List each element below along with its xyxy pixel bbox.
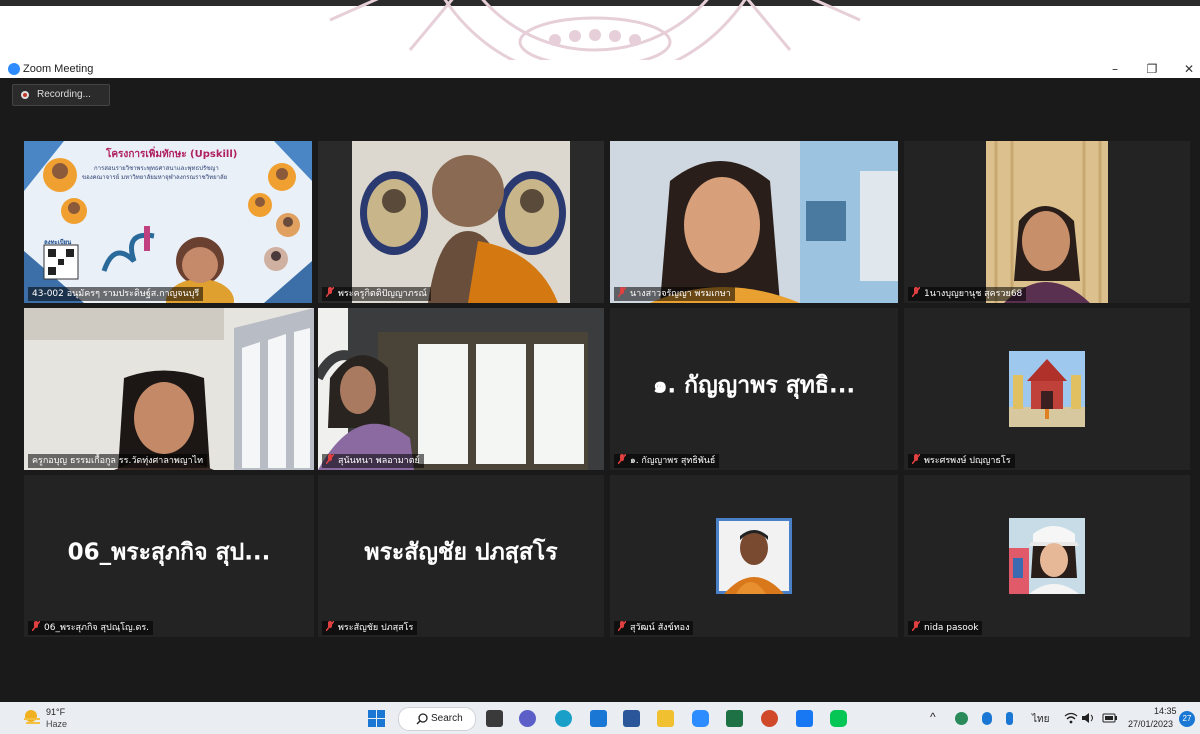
search-icon bbox=[416, 713, 428, 725]
video-tile[interactable]: 06_พระสุภกิจ สุป... 06_พระสุภกิจ สุปณฺโญ… bbox=[24, 475, 314, 637]
participant-avatar bbox=[1009, 351, 1085, 427]
participant-name: ๑. กัญญาพร สุทธิพันธ์ bbox=[614, 454, 720, 468]
video-tile[interactable]: 1นางบุญยานุช สุครวย68 bbox=[904, 141, 1190, 303]
edge-browser-icon[interactable] bbox=[555, 710, 572, 727]
zoom-taskbar-icon[interactable] bbox=[692, 710, 709, 727]
participant-video bbox=[318, 308, 604, 470]
participant-name: ครูกอบุญ ธรรมเกื้อกูล รร.วัดทุ่งศาลาพญาไ… bbox=[28, 454, 208, 468]
word-icon[interactable] bbox=[623, 710, 640, 727]
muted-mic-icon bbox=[912, 621, 920, 631]
participant-video bbox=[610, 141, 898, 303]
facebook-icon[interactable] bbox=[796, 710, 813, 727]
participant-name: สุนันทนา พลอามาตย์ bbox=[322, 454, 424, 468]
task-view-icon[interactable] bbox=[486, 710, 503, 727]
microphone-icon[interactable] bbox=[1006, 712, 1013, 725]
muted-mic-icon bbox=[618, 454, 626, 464]
participant-name: สุวัฒน์ สังข์ทอง bbox=[614, 621, 694, 635]
input-language[interactable]: ไทย bbox=[1032, 712, 1049, 727]
participant-name: 43-002 อนุมัครๆ รามประดิษฐ์ส.กาญจนบุรี bbox=[28, 287, 204, 301]
watermark-seal bbox=[329, 0, 861, 60]
muted-mic-icon bbox=[912, 287, 920, 297]
search-label: Search bbox=[431, 713, 463, 724]
participant-name: พระครูกิตติปัญญาภรณ์ bbox=[322, 287, 431, 301]
powerpoint-icon[interactable] bbox=[761, 710, 778, 727]
mail-icon[interactable] bbox=[590, 710, 607, 727]
clock-date[interactable]: 27/01/2023 bbox=[1128, 719, 1173, 729]
video-tile[interactable]: สุนันทนา พลอามาตย์ bbox=[318, 308, 604, 470]
weather-condition[interactable]: Haze bbox=[46, 719, 67, 729]
chevron-up-icon[interactable]: ^ bbox=[930, 710, 936, 724]
muted-mic-icon bbox=[326, 621, 334, 631]
windows-start-icon[interactable] bbox=[368, 710, 385, 727]
restore-button[interactable]: ❐ bbox=[1137, 60, 1167, 78]
record-icon bbox=[21, 91, 29, 99]
participant-avatar bbox=[1009, 518, 1085, 594]
top-banner bbox=[0, 0, 1200, 60]
video-tile[interactable]: พระสัญชัย ปภสฺสโร พระสัญชัย ปภสฺสโร bbox=[318, 475, 604, 637]
participant-display-name: พระสัญชัย ปภสฺสโร bbox=[364, 539, 558, 566]
slide-title: โครงการเพิ่มทักษะ (Upskill) bbox=[106, 149, 238, 160]
battery-icon[interactable] bbox=[1102, 712, 1118, 724]
participant-name: นางสาวจรัญญา พรมเกษา bbox=[614, 287, 735, 301]
participant-video bbox=[24, 308, 314, 470]
video-tile[interactable]: นางสาวจรัญญา พรมเกษา bbox=[610, 141, 898, 303]
muted-mic-icon bbox=[326, 454, 334, 464]
participant-video bbox=[318, 141, 604, 303]
video-tile[interactable]: โครงการเพิ่มทักษะ (Upskill) การสอนรายวิช… bbox=[24, 141, 312, 303]
line-app-icon[interactable] bbox=[830, 710, 847, 727]
video-tile[interactable]: พระศรพงษ์ ปญฺญาธโร bbox=[904, 308, 1190, 470]
participant-name: พระสัญชัย ปภสฺสโร bbox=[322, 621, 418, 635]
muted-mic-icon bbox=[912, 454, 920, 464]
volume-icon[interactable] bbox=[1081, 712, 1097, 724]
participant-avatar bbox=[716, 518, 792, 594]
video-tile[interactable]: ๑. กัญญาพร สุทธิ... ๑. กัญญาพร สุทธิพันธ… bbox=[610, 308, 898, 470]
muted-mic-icon bbox=[618, 287, 626, 297]
participant-display-name: ๑. กัญญาพร สุทธิ... bbox=[652, 372, 856, 399]
file-explorer-icon[interactable] bbox=[657, 710, 674, 727]
slide-subtitle-2: ของคณาจารย์ มหาวิทยาลัยมหาจุฬาลงกรณราชวิ… bbox=[82, 174, 228, 181]
minimize-button[interactable]: – bbox=[1100, 60, 1130, 78]
wifi-icon[interactable] bbox=[1064, 712, 1078, 724]
zoom-app-icon bbox=[8, 63, 20, 75]
muted-mic-icon bbox=[618, 621, 626, 631]
window-title: Zoom Meeting bbox=[23, 63, 94, 75]
teams-chat-icon[interactable] bbox=[519, 710, 536, 727]
video-tile[interactable]: nida pasook bbox=[904, 475, 1190, 637]
excel-icon[interactable] bbox=[726, 710, 743, 727]
notification-badge[interactable]: 27 bbox=[1179, 711, 1195, 727]
participant-name: nida pasook bbox=[908, 621, 983, 635]
bluetooth-icon[interactable] bbox=[982, 712, 992, 725]
weather-temperature[interactable]: 91°F bbox=[46, 707, 65, 717]
window-titlebar bbox=[0, 60, 1200, 78]
participant-name: 1นางบุญยานุช สุครวย68 bbox=[908, 287, 1027, 301]
participant-name: 06_พระสุภกิจ สุปณฺโญ.ดร. bbox=[28, 621, 154, 635]
weather-haze-icon[interactable] bbox=[22, 708, 42, 726]
recording-label: Recording... bbox=[37, 89, 91, 100]
muted-mic-icon bbox=[32, 621, 40, 631]
close-button[interactable]: ✕ bbox=[1174, 60, 1200, 78]
sync-icon[interactable] bbox=[955, 712, 968, 725]
clock-time[interactable]: 14:35 bbox=[1154, 706, 1177, 716]
video-tile[interactable]: พระครูกิตติปัญญาภรณ์ bbox=[318, 141, 604, 303]
taskbar-search[interactable]: Search bbox=[398, 707, 476, 731]
participant-display-name: 06_พระสุภกิจ สุป... bbox=[67, 539, 271, 566]
slide-register-label: ลงทะเบียน bbox=[44, 239, 72, 246]
video-tile[interactable]: สุวัฒน์ สังข์ทอง bbox=[610, 475, 898, 637]
video-tile-active-speaker[interactable]: ครูกอบุญ ธรรมเกื้อกูล รร.วัดทุ่งศาลาพญาไ… bbox=[24, 308, 314, 470]
participant-name: พระศรพงษ์ ปญฺญาธโร bbox=[908, 454, 1015, 468]
recording-indicator[interactable]: Recording... bbox=[12, 84, 110, 106]
participant-video bbox=[904, 141, 1190, 303]
muted-mic-icon bbox=[326, 287, 334, 297]
